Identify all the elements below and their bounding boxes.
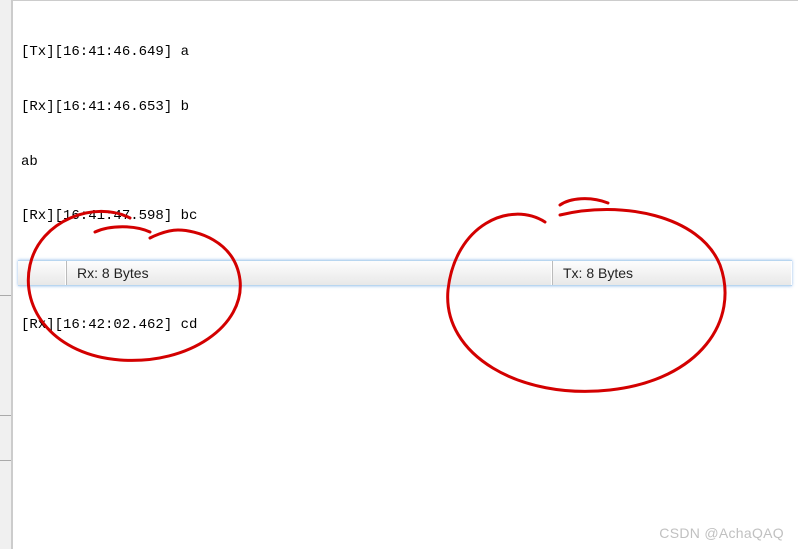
status-bar: Rx: 8 Bytes Tx: 8 Bytes: [18, 260, 792, 286]
log-line: [Rx][16:41:46.653] b: [21, 98, 790, 116]
log-output[interactable]: [Tx][16:41:46.649] a [Rx][16:41:46.653] …: [13, 1, 798, 377]
gutter-divider: [0, 295, 11, 296]
rx-bytes-label: Rx: 8 Bytes: [77, 265, 149, 281]
status-cell-empty: [18, 261, 66, 285]
gutter-divider: [0, 415, 11, 416]
log-line: ab: [21, 153, 790, 171]
watermark: CSDN @AchaQAQ: [659, 525, 784, 541]
status-cell-rx: Rx: 8 Bytes: [66, 261, 552, 285]
status-cell-tx: Tx: 8 Bytes: [552, 261, 792, 285]
tx-bytes-label: Tx: 8 Bytes: [563, 265, 633, 281]
log-line: [Rx][16:41:47.598] bc: [21, 207, 790, 225]
log-line: [Tx][16:41:46.649] a: [21, 43, 790, 61]
log-line: [Rx][16:42:02.462] cd: [21, 316, 790, 334]
left-gutter: [0, 0, 12, 549]
gutter-divider: [0, 460, 11, 461]
